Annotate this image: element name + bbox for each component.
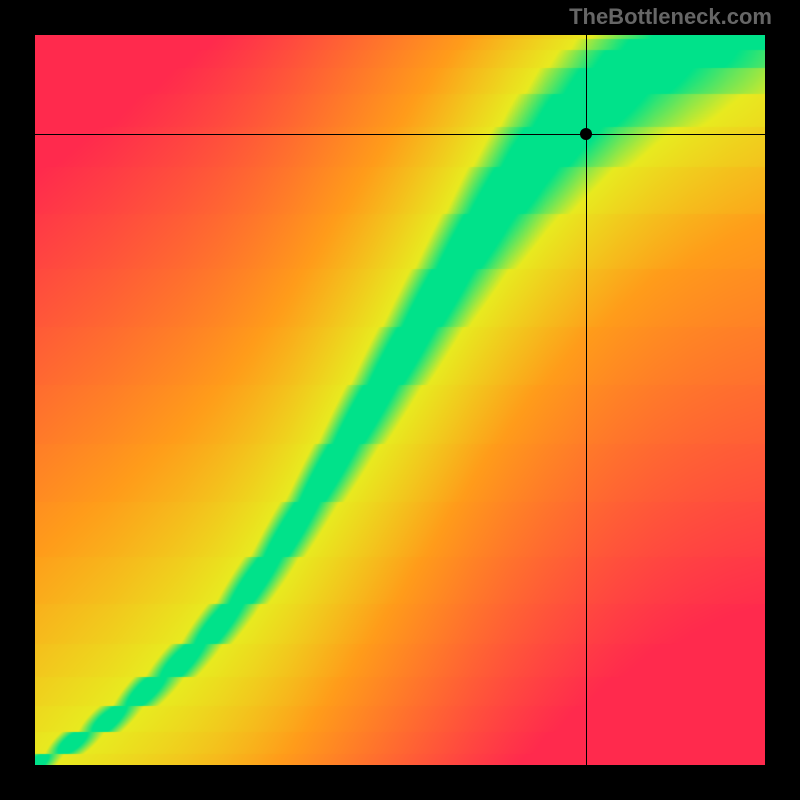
- crosshair-horizontal: [35, 134, 765, 135]
- watermark-text: TheBottleneck.com: [569, 4, 772, 30]
- heatmap-plot: [35, 35, 765, 765]
- intersection-marker: [580, 128, 592, 140]
- heatmap-canvas: [35, 35, 765, 765]
- crosshair-vertical: [586, 35, 587, 765]
